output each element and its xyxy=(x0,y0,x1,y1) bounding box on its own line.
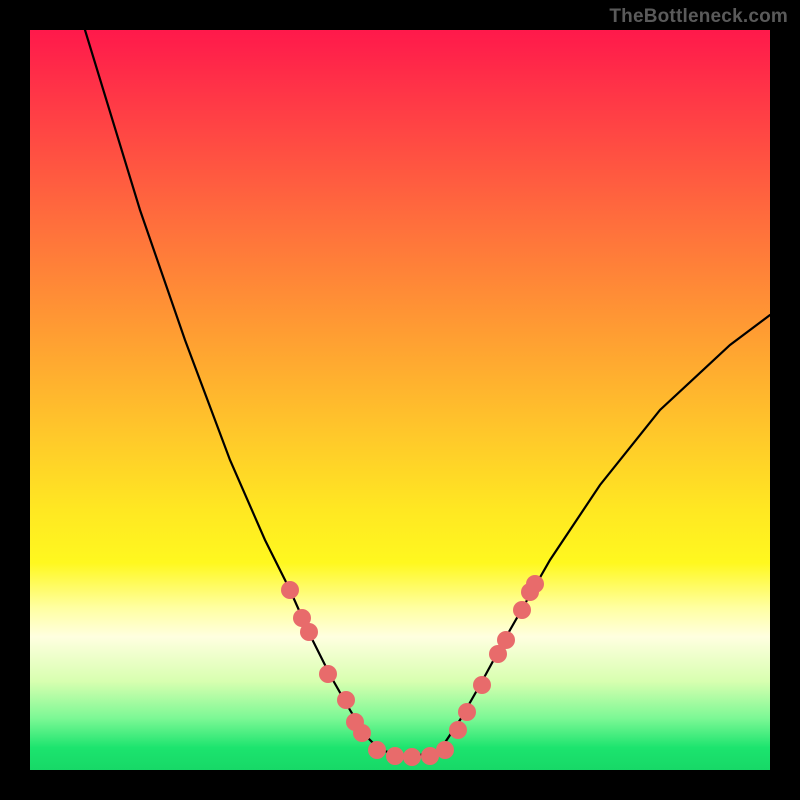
curve-marker-dot xyxy=(353,724,371,742)
curve-marker-dot xyxy=(497,631,515,649)
curve-marker-dot xyxy=(436,741,454,759)
curve-line xyxy=(85,30,770,755)
curve-marker-dot xyxy=(449,721,467,739)
chart-plot-area xyxy=(30,30,770,770)
curve-marker-dot xyxy=(403,748,421,766)
curve-markers xyxy=(281,575,544,766)
curve-marker-dot xyxy=(368,741,386,759)
curve-marker-dot xyxy=(319,665,337,683)
curve-marker-dot xyxy=(513,601,531,619)
curve-marker-dot xyxy=(337,691,355,709)
curve-marker-dot xyxy=(458,703,476,721)
curve-marker-dot xyxy=(300,623,318,641)
curve-marker-dot xyxy=(281,581,299,599)
curve-marker-dot xyxy=(386,747,404,765)
curve-marker-dot xyxy=(526,575,544,593)
curve-marker-dot xyxy=(473,676,491,694)
bottleneck-curve xyxy=(30,30,770,770)
watermark-text: TheBottleneck.com xyxy=(609,6,788,28)
